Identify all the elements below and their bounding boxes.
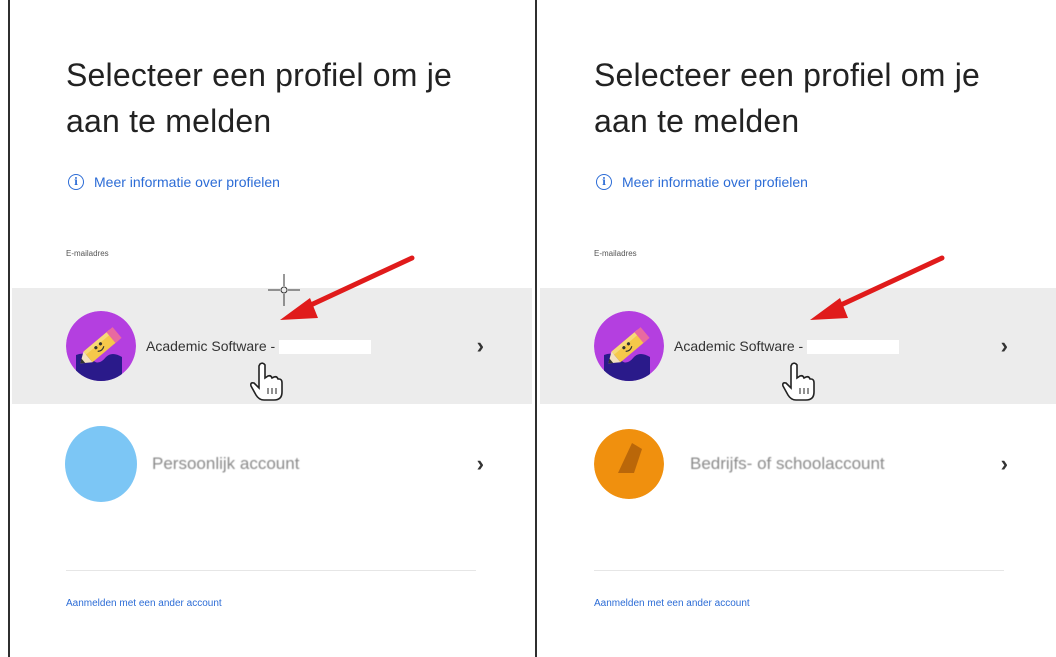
chevron-right-icon: › (476, 333, 484, 358)
chevron-right-icon: › (1000, 451, 1008, 476)
profile-name: Academic Software - (674, 338, 900, 355)
blue-circle-avatar (65, 426, 137, 502)
profile-name: Bedrijfs- of schoolaccount (690, 454, 885, 473)
profile-row-school[interactable]: Bedrijfs- of schoolaccount › (540, 406, 1056, 522)
pencil-avatar-icon (66, 311, 136, 381)
profile-row-academic[interactable]: Academic Software - › (540, 288, 1056, 404)
login-panel-right: Selecteer een profiel om je aan te melde… (540, 0, 1056, 657)
profile-info-link[interactable]: i Meer informatie over profielen (68, 174, 280, 190)
divider (66, 570, 476, 571)
page-title: Selecteer een profiel om je aan te melde… (66, 57, 453, 139)
orange-pie-avatar (594, 429, 664, 499)
info-icon: i (68, 174, 84, 190)
panel-separator (535, 0, 537, 657)
page-title: Selecteer een profiel om je aan te melde… (594, 57, 981, 139)
profile-info-link-label: Meer informatie over profielen (94, 174, 280, 190)
email-label: E-mailadres (66, 249, 109, 258)
email-label: E-mailadres (594, 249, 637, 258)
chevron-right-icon: › (1000, 333, 1008, 358)
other-account-link[interactable]: Aanmelden met een ander account (594, 598, 750, 609)
profile-row-personal[interactable]: Persoonlijk account › (12, 406, 532, 522)
profile-name: Academic Software - (146, 338, 372, 355)
profile-name: Persoonlijk account (152, 454, 300, 473)
panel-border-left (8, 0, 10, 657)
profile-info-link-label: Meer informatie over profielen (622, 174, 808, 190)
other-account-link[interactable]: Aanmelden met een ander account (66, 598, 222, 609)
info-icon: i (596, 174, 612, 190)
redacted-email (807, 340, 900, 355)
profile-info-link[interactable]: i Meer informatie over profielen (596, 174, 808, 190)
redacted-email (279, 340, 372, 355)
divider (594, 570, 1004, 571)
chevron-right-icon: › (476, 451, 484, 476)
login-panel-left: Selecteer een profiel om je aan te melde… (12, 0, 532, 657)
pencil-avatar-icon (594, 311, 664, 381)
profile-row-academic[interactable]: Academic Software - › (12, 288, 532, 404)
